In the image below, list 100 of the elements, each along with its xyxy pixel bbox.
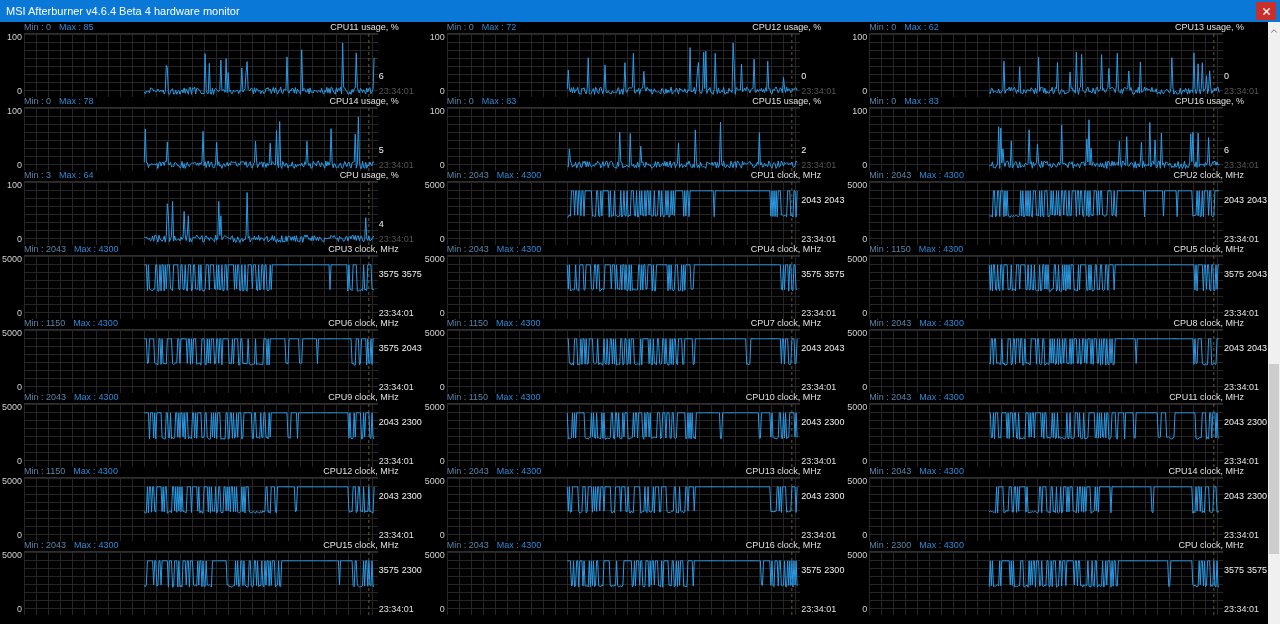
axis-label: 0	[17, 531, 22, 540]
max-value: Max : 4300	[74, 392, 119, 403]
time-label: 23:34:01	[1224, 456, 1260, 466]
time-label: 23:34:01	[1224, 382, 1260, 392]
current-value: 2043	[801, 491, 822, 501]
axis-label: 0	[862, 309, 868, 318]
max-value: Max : 4300	[73, 318, 118, 329]
max-value: Max : 4300	[74, 540, 119, 551]
graph-title: CPU7 clock, MHz	[750, 318, 822, 329]
graph-title: CPU3 clock, MHz	[328, 244, 399, 255]
time-label: 23:34:01	[1224, 530, 1260, 540]
time-label: 23:34:01	[378, 382, 414, 392]
max-value: Max : 62	[904, 22, 939, 33]
time-label: 23:34:01	[378, 86, 414, 96]
axis-label: 100	[852, 107, 868, 116]
current-value: 4	[378, 219, 384, 229]
current-value: 3575	[824, 269, 845, 279]
current-value: 2043	[1224, 417, 1244, 427]
min-value: Min : 1150	[446, 318, 488, 329]
time-label: 23:34:01	[801, 160, 837, 170]
axis-label: 0	[862, 87, 868, 96]
min-value: Min : 1150	[446, 392, 488, 403]
time-label: 23:34:01	[378, 160, 414, 170]
min-value: Min : 1150	[869, 244, 911, 255]
axis-label: 0	[862, 457, 868, 466]
max-value: Max : 4300	[74, 244, 119, 255]
max-value: Max : 83	[904, 96, 939, 107]
current-value: 2043	[1224, 195, 1244, 205]
axis-label: 0	[17, 383, 22, 392]
current-value: 2300	[1247, 491, 1268, 501]
min-value: Min : 2043	[24, 244, 67, 255]
scroll-up-icon[interactable]	[1269, 26, 1279, 36]
current-value: 2043	[1247, 343, 1268, 353]
graph-title: CPU13 usage, %	[1174, 22, 1244, 33]
time-label: 23:34:01	[1224, 604, 1260, 614]
axis-label: 100	[852, 33, 868, 42]
axis-label: 5000	[847, 329, 868, 338]
axis-label: 0	[439, 457, 445, 466]
current-value: 2043	[824, 343, 845, 353]
axis-label: 5000	[847, 181, 868, 190]
close-button[interactable]	[1256, 2, 1276, 20]
graph-title: CPU4 clock, MHz	[750, 244, 822, 255]
min-value: Min : 0	[24, 96, 51, 107]
current-value: 2300	[1247, 417, 1268, 427]
axis-label: 100	[6, 33, 22, 42]
scrollbar[interactable]	[1268, 22, 1280, 624]
graph-title: CPU usage, %	[339, 170, 399, 181]
axis-label: 0	[439, 235, 445, 244]
close-icon[interactable]	[1260, 5, 1272, 17]
current-value: 0	[801, 71, 807, 81]
current-value: 2043	[1224, 491, 1244, 501]
graph-title: CPU5 clock, MHz	[1173, 244, 1244, 255]
axis-label: 100	[6, 181, 22, 190]
time-label: 23:34:01	[801, 456, 837, 466]
graph-title: CPU14 clock, MHz	[1168, 466, 1244, 477]
time-label: 23:34:01	[801, 382, 837, 392]
min-value: Min : 3	[24, 170, 51, 181]
max-value: Max : 72	[481, 22, 517, 33]
current-value: 3575	[801, 269, 822, 279]
graph-title: CPU2 clock, MHz	[1173, 170, 1244, 181]
min-value: Min : 2043	[446, 540, 489, 551]
time-label: 23:34:01	[378, 456, 414, 466]
min-value: Min : 0	[446, 22, 474, 33]
max-value: Max : 4300	[496, 170, 542, 181]
min-value: Min : 1150	[24, 466, 66, 477]
scrollbar-thumb[interactable]	[1269, 364, 1279, 554]
time-label: 23:34:01	[378, 308, 414, 318]
current-value: 2043	[801, 195, 822, 205]
current-value: 2300	[824, 565, 845, 575]
graph-title: CPU8 clock, MHz	[1173, 318, 1244, 329]
current-value: 2043	[401, 343, 422, 353]
axis-label: 0	[862, 161, 868, 170]
min-value: Min : 2043	[446, 244, 489, 255]
axis-label: 0	[862, 605, 868, 614]
axis-label: 5000	[424, 551, 445, 560]
axis-label: 0	[17, 309, 22, 318]
current-value: 3575	[378, 565, 399, 575]
current-value: 2300	[824, 491, 845, 501]
axis-label: 5000	[847, 403, 868, 412]
axis-label: 0	[862, 531, 868, 540]
time-label: 23:34:01	[1224, 308, 1260, 318]
current-value: 2043	[1224, 343, 1244, 353]
time-label: 23:34:01	[1224, 86, 1260, 96]
axis-label: 0	[439, 161, 445, 170]
axis-label: 5000	[847, 477, 868, 486]
current-value: 2043	[801, 343, 822, 353]
min-value: Min : 2043	[869, 170, 912, 181]
axis-label: 5000	[847, 255, 868, 264]
current-value: 3575	[1224, 269, 1244, 279]
graph-title: CPU14 usage, %	[329, 96, 399, 107]
current-value: 3575	[378, 269, 399, 279]
axis-label: 5000	[424, 255, 445, 264]
axis-label: 0	[439, 605, 445, 614]
time-label: 23:34:01	[801, 86, 837, 96]
min-value: Min : 0	[24, 22, 51, 33]
current-value: 2043	[801, 417, 822, 427]
min-value: Min : 2300	[869, 540, 912, 551]
axis-label: 5000	[1, 255, 22, 264]
min-value: Min : 0	[446, 96, 474, 107]
max-value: Max : 64	[59, 170, 94, 181]
